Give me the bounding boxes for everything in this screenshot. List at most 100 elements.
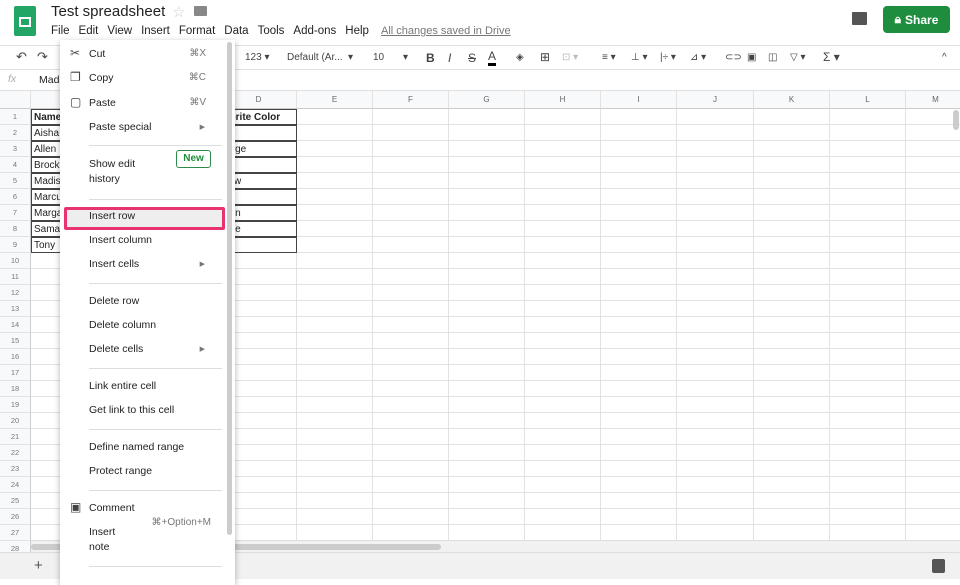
cell-H18[interactable]: [525, 381, 601, 397]
cell-L20[interactable]: [830, 413, 906, 429]
column-header-K[interactable]: K: [754, 91, 830, 109]
cell-J15[interactable]: [677, 333, 754, 349]
cell-H16[interactable]: [525, 349, 601, 365]
cell-L14[interactable]: [830, 317, 906, 333]
redo-icon[interactable]: ↷: [37, 49, 48, 65]
cell-G14[interactable]: [449, 317, 525, 333]
cell-F14[interactable]: [373, 317, 449, 333]
cell-M18[interactable]: [906, 381, 960, 397]
cell-K22[interactable]: [754, 445, 830, 461]
menu-insert[interactable]: Insert: [141, 25, 170, 37]
menu-item-insert-cells[interactable]: Insert cells ▶: [60, 258, 230, 274]
cell-G5[interactable]: [449, 173, 525, 189]
chevron-down-icon[interactable]: ▾: [403, 52, 408, 63]
cell-H27[interactable]: [525, 525, 601, 541]
cell-M5[interactable]: [906, 173, 960, 189]
cell-L17[interactable]: [830, 365, 906, 381]
cell-I23[interactable]: [601, 461, 677, 477]
strikethrough-button[interactable]: S: [468, 51, 476, 65]
cell-H8[interactable]: [525, 221, 601, 237]
row-header[interactable]: 22: [0, 445, 31, 461]
cell-I1[interactable]: [601, 109, 677, 125]
cell-E2[interactable]: [297, 125, 373, 141]
cell-E25[interactable]: [297, 493, 373, 509]
cell-J6[interactable]: [677, 189, 754, 205]
cell-K11[interactable]: [754, 269, 830, 285]
row-header[interactable]: 27: [0, 525, 31, 541]
cell-F16[interactable]: [373, 349, 449, 365]
cell-I15[interactable]: [601, 333, 677, 349]
cell-E13[interactable]: [297, 301, 373, 317]
menu-file[interactable]: File: [51, 25, 70, 37]
cell-E9[interactable]: [297, 237, 373, 253]
cell-J26[interactable]: [677, 509, 754, 525]
cell-M15[interactable]: [906, 333, 960, 349]
cell-E18[interactable]: [297, 381, 373, 397]
row-header[interactable]: 6: [0, 189, 31, 205]
cell-I24[interactable]: [601, 477, 677, 493]
cell-M2[interactable]: [906, 125, 960, 141]
cell-J24[interactable]: [677, 477, 754, 493]
menu-data[interactable]: Data: [224, 25, 248, 37]
cell-E12[interactable]: [297, 285, 373, 301]
cell-H24[interactable]: [525, 477, 601, 493]
cell-J13[interactable]: [677, 301, 754, 317]
explore-icon[interactable]: [932, 559, 945, 573]
cell-G12[interactable]: [449, 285, 525, 301]
cell-F5[interactable]: [373, 173, 449, 189]
cell-E21[interactable]: [297, 429, 373, 445]
row-header[interactable]: 12: [0, 285, 31, 301]
chart-icon[interactable]: ◫: [768, 52, 777, 63]
cell-K18[interactable]: [754, 381, 830, 397]
cell-F12[interactable]: [373, 285, 449, 301]
cell-K27[interactable]: [754, 525, 830, 541]
menu-format[interactable]: Format: [179, 25, 215, 37]
cell-F9[interactable]: [373, 237, 449, 253]
cell-H15[interactable]: [525, 333, 601, 349]
cell-H25[interactable]: [525, 493, 601, 509]
menu-item-insert-row[interactable]: Insert row: [60, 210, 230, 226]
cell-G17[interactable]: [449, 365, 525, 381]
cell-K5[interactable]: [754, 173, 830, 189]
cell-H9[interactable]: [525, 237, 601, 253]
cell-F26[interactable]: [373, 509, 449, 525]
cell-I6[interactable]: [601, 189, 677, 205]
cell-K7[interactable]: [754, 205, 830, 221]
cell-E4[interactable]: [297, 157, 373, 173]
cell-F15[interactable]: [373, 333, 449, 349]
cell-J22[interactable]: [677, 445, 754, 461]
column-header-H[interactable]: H: [525, 91, 601, 109]
cell-H20[interactable]: [525, 413, 601, 429]
cell-I8[interactable]: [601, 221, 677, 237]
cell-H10[interactable]: [525, 253, 601, 269]
cell-L26[interactable]: [830, 509, 906, 525]
text-color-button[interactable]: A: [488, 49, 497, 66]
cell-J10[interactable]: [677, 253, 754, 269]
cell-J23[interactable]: [677, 461, 754, 477]
cell-E22[interactable]: [297, 445, 373, 461]
column-header-J[interactable]: J: [677, 91, 754, 109]
row-header[interactable]: 2: [0, 125, 31, 141]
row-header[interactable]: 26: [0, 509, 31, 525]
cell-M17[interactable]: [906, 365, 960, 381]
cell-J18[interactable]: [677, 381, 754, 397]
cell-G3[interactable]: [449, 141, 525, 157]
cell-K12[interactable]: [754, 285, 830, 301]
cell-F21[interactable]: [373, 429, 449, 445]
menu-help[interactable]: Help: [345, 25, 369, 37]
row-header[interactable]: 7: [0, 205, 31, 221]
column-header-F[interactable]: F: [373, 91, 449, 109]
cell-K25[interactable]: [754, 493, 830, 509]
rotate-icon[interactable]: ⊿ ▾: [690, 52, 706, 63]
cell-H11[interactable]: [525, 269, 601, 285]
cell-F19[interactable]: [373, 397, 449, 413]
cell-I19[interactable]: [601, 397, 677, 413]
cell-I27[interactable]: [601, 525, 677, 541]
cell-L15[interactable]: [830, 333, 906, 349]
save-status[interactable]: All changes saved in Drive: [381, 25, 511, 37]
cell-E11[interactable]: [297, 269, 373, 285]
cell-H7[interactable]: [525, 205, 601, 221]
cell-E15[interactable]: [297, 333, 373, 349]
cell-I13[interactable]: [601, 301, 677, 317]
cell-M19[interactable]: [906, 397, 960, 413]
